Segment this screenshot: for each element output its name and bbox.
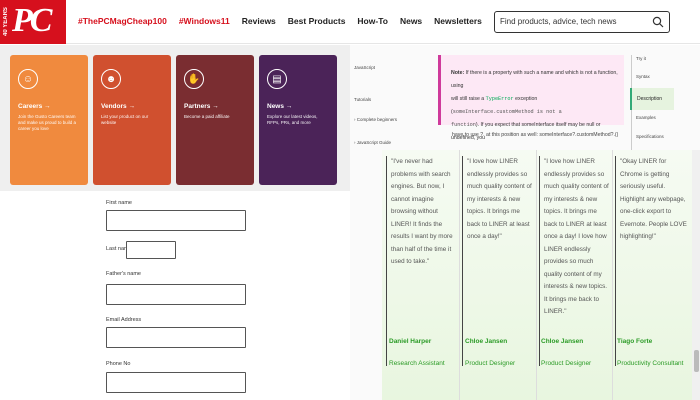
card-desc: List your product on our website xyxy=(101,114,149,125)
reviewer-name: Chloe Jansen xyxy=(465,338,508,345)
note-label: Note: xyxy=(451,70,465,76)
toc-examples[interactable]: Examples xyxy=(636,115,656,120)
partners-card[interactable]: ✋ Partners → Become a paid affiliate xyxy=(176,55,254,185)
vendors-card[interactable]: ☻ Vendors → List your product on our web… xyxy=(93,55,171,185)
sidebar-complete-beginners[interactable]: › Complete beginners xyxy=(354,117,397,122)
search-input[interactable]: Find products, advice, tech news xyxy=(494,11,670,33)
sidebar-tutorials[interactable]: Tutorials xyxy=(354,97,371,102)
review-divider xyxy=(536,150,537,400)
note-line-2: will still raise a TypeError exception (… xyxy=(451,93,618,119)
logo-years-badge: 40 YEARS xyxy=(3,7,9,37)
nav-link-best-products[interactable]: Best Products xyxy=(288,16,346,26)
card-desc: Become a paid affiliate xyxy=(184,114,230,119)
nav-link-windows11[interactable]: #Windows11 xyxy=(179,16,230,26)
careers-card[interactable]: ☺ Careers → Join the Gusto Careers team … xyxy=(10,55,88,185)
logo-mark: PC xyxy=(12,2,52,39)
handshake-icon: ✋ xyxy=(184,69,204,89)
nav-link-news[interactable]: News xyxy=(400,16,422,26)
reviewer-role: Productivity Consultant xyxy=(617,360,684,367)
note-line-1: Note: If there is a property with such a… xyxy=(451,67,618,93)
nav-link-how-to[interactable]: How-To xyxy=(357,16,388,26)
sidebar-js-guide[interactable]: › JavaScript Guide xyxy=(354,140,391,145)
note-line-4: have to use ?. at this position as well:… xyxy=(452,132,619,138)
review-divider xyxy=(459,150,460,400)
search-icon[interactable] xyxy=(652,16,664,28)
fathers-name-label: Father's name xyxy=(106,271,141,277)
vendor-icon: ☻ xyxy=(101,69,121,89)
card-title: Vendors → xyxy=(101,103,135,110)
reviewer-role: Product Designer xyxy=(465,360,516,367)
email-label: Email Address xyxy=(106,317,142,323)
sidebar-label: JavaScript Guide xyxy=(356,140,392,145)
review-divider xyxy=(612,150,613,400)
breadcrumb[interactable]: JavaScript xyxy=(354,65,375,70)
note-code: function xyxy=(451,122,476,128)
reviewer-name: Daniel Harper xyxy=(389,338,432,345)
main-nav: #ThePCMagCheap100 #Windows11 Reviews Bes… xyxy=(78,16,482,26)
nav-link-cheap100[interactable]: #ThePCMagCheap100 xyxy=(78,16,167,26)
news-card[interactable]: ▤ News → Explore our latest videos, RFPs… xyxy=(259,55,337,185)
reviewer-name: Tiago Forte xyxy=(617,338,653,345)
phone-label: Phone No xyxy=(106,361,131,367)
review-quote: "I've never had problems with search eng… xyxy=(386,156,458,366)
review-quote: "I love how LINER endlessly provides so … xyxy=(462,156,534,366)
first-name-field[interactable] xyxy=(106,210,246,231)
typeerror-link[interactable]: TypeError xyxy=(486,96,514,102)
nav-link-reviews[interactable]: Reviews xyxy=(242,16,276,26)
toc-description[interactable]: Description xyxy=(630,88,674,110)
reviewer-role: Research Assistant xyxy=(389,360,445,367)
scrollbar-thumb[interactable] xyxy=(694,350,699,372)
email-field[interactable] xyxy=(106,327,246,348)
pcmag-logo[interactable]: 40 YEARS PC xyxy=(0,0,66,44)
people-icon: ☺ xyxy=(18,69,38,89)
card-title: Partners → xyxy=(184,103,219,110)
card-title: News → xyxy=(267,103,293,110)
note-code: someInterface.customMethod is not a xyxy=(452,109,562,115)
newspaper-icon: ▤ xyxy=(267,69,287,89)
toc-specifications[interactable]: Specifications xyxy=(636,134,664,139)
last-name-field[interactable] xyxy=(126,241,176,259)
site-header: 40 YEARS PC #ThePCMagCheap100 #Windows11… xyxy=(0,0,700,44)
nav-link-newsletters[interactable]: Newsletters xyxy=(434,16,482,26)
first-name-label: First name xyxy=(106,200,132,206)
toc-try-it[interactable]: Try it xyxy=(636,56,646,61)
sidebar-label: Complete beginners xyxy=(356,117,398,122)
toc-syntax[interactable]: Syntax xyxy=(636,74,650,79)
review-quote: "Okay LINER for Chrome is getting seriou… xyxy=(615,156,687,366)
note-callout: Note: If there is a property with such a… xyxy=(438,55,624,141)
review-quote: "I love how LINER endlessly provides so … xyxy=(539,156,611,366)
reviewer-name: Chloe Jansen xyxy=(541,338,584,345)
card-desc: Explore our latest videos, RFPs, PRs, an… xyxy=(267,114,318,125)
note-text: will still raise a xyxy=(451,96,485,102)
card-title: Careers → xyxy=(18,103,51,110)
fathers-name-field[interactable] xyxy=(106,284,246,305)
card-desc: Join the Gusto Careers team and make us … xyxy=(18,114,77,131)
search-placeholder: Find products, advice, tech news xyxy=(500,17,617,26)
reviewer-role: Product Designer xyxy=(541,360,592,367)
phone-field[interactable] xyxy=(106,372,246,393)
note-text: If there is a property with such a name … xyxy=(451,70,618,89)
